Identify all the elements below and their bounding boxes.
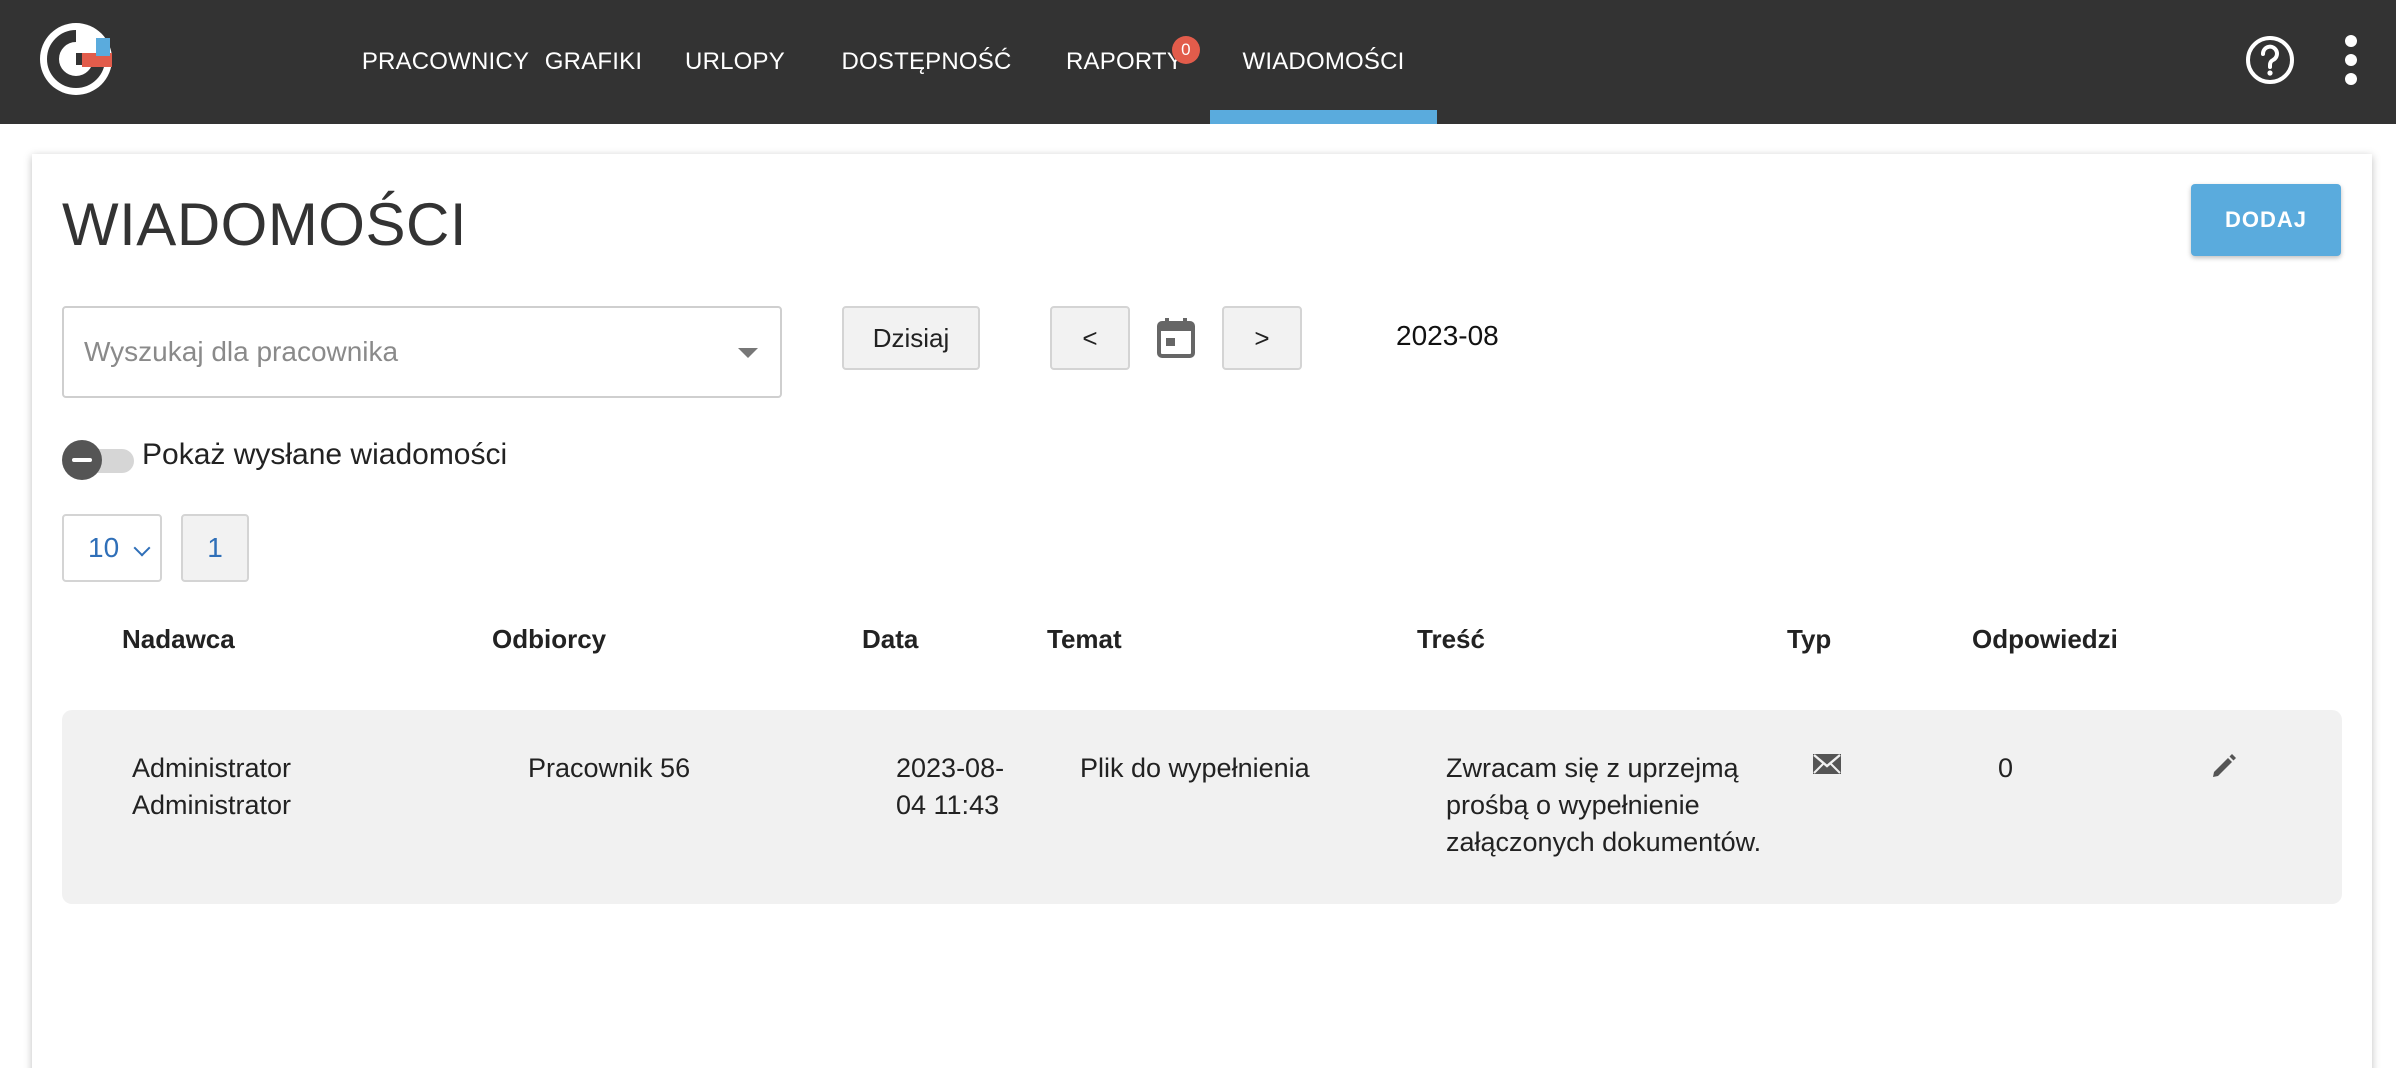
employee-search-select[interactable] [62,306,782,398]
nav-item-urlopy[interactable]: URLOPY [656,0,814,124]
cell-replies: 0 [1998,753,2014,783]
previous-month-button[interactable]: < [1050,306,1130,370]
page-number-button[interactable]: 1 [181,514,249,582]
pencil-icon[interactable] [2210,752,2238,780]
page-size-select[interactable]: 10 [62,514,162,582]
main-nav: PRACOWNICY GRAFIKI URLOPY DOSTĘPNOŚĆ RAP… [360,0,1437,124]
column-header-type[interactable]: Typ [1787,624,1831,655]
cell-date: 2023-08-04 11:43 [896,753,1005,820]
show-sent-toggle[interactable] [62,440,136,480]
column-header-date[interactable]: Data [862,624,918,655]
nav-item-label: DOSTĘPNOŚĆ [841,48,1012,75]
top-navigation-bar: PRACOWNICY GRAFIKI URLOPY DOSTĘPNOŚĆ RAP… [0,0,2396,124]
more-vertical-icon[interactable] [2336,34,2366,86]
envelope-icon [1813,754,1841,774]
nav-item-raporty[interactable]: RAPORTY 0 [1039,0,1210,124]
cell-content: Zwracam się z uprzejmą prośbą o wypełnie… [1446,753,1762,857]
calendar-icon[interactable] [1152,314,1200,362]
show-sent-label: Pokaż wysłane wiadomości [142,438,508,471]
nav-item-label: RAPORTY [1066,48,1183,75]
nav-item-label: WIADOMOŚCI [1242,48,1405,75]
messages-card: WIADOMOŚCI DODAJ Dzisiaj < > 2023-08 Pok… [32,154,2372,1068]
next-month-button[interactable]: > [1222,306,1302,370]
nav-item-label: GRAFIKI [544,48,643,75]
toggle-knob [62,440,102,480]
column-header-content[interactable]: Treść [1417,624,1485,655]
chevron-down-icon [133,539,151,557]
table-row[interactable]: Administrator Administrator Pracownik 56… [62,710,2342,904]
employee-search-input[interactable] [84,308,704,396]
cell-recipients: Pracownik 56 [528,753,691,783]
column-header-recipients[interactable]: Odbiorcy [492,624,606,655]
page-title: WIADOMOŚCI [62,191,467,258]
app-logo[interactable] [38,20,118,98]
add-message-button[interactable]: DODAJ [2191,184,2341,256]
nav-item-dostepnosc[interactable]: DOSTĘPNOŚĆ [814,0,1039,124]
page-size-value: 10 [88,532,120,563]
column-header-subject[interactable]: Temat [1047,624,1122,655]
dropdown-caret-icon[interactable] [738,348,758,358]
column-header-replies[interactable]: Odpowiedzi [1972,624,2118,655]
nav-item-grafiki[interactable]: GRAFIKI [531,0,656,124]
help-icon[interactable] [2244,34,2296,86]
nav-item-pracownicy[interactable]: PRACOWNICY [360,0,531,124]
reports-count-badge: 0 [1172,36,1200,64]
today-button[interactable]: Dzisiaj [842,306,980,370]
nav-item-label: PRACOWNICY [361,48,530,75]
nav-item-wiadomosci[interactable]: WIADOMOŚCI [1210,0,1437,124]
nav-item-label: URLOPY [685,48,785,75]
cell-subject: Plik do wypełnienia [1080,753,1310,783]
cell-sender: Administrator Administrator [132,753,292,820]
current-month-label: 2023-08 [1396,320,1499,351]
column-header-sender[interactable]: Nadawca [122,624,235,655]
